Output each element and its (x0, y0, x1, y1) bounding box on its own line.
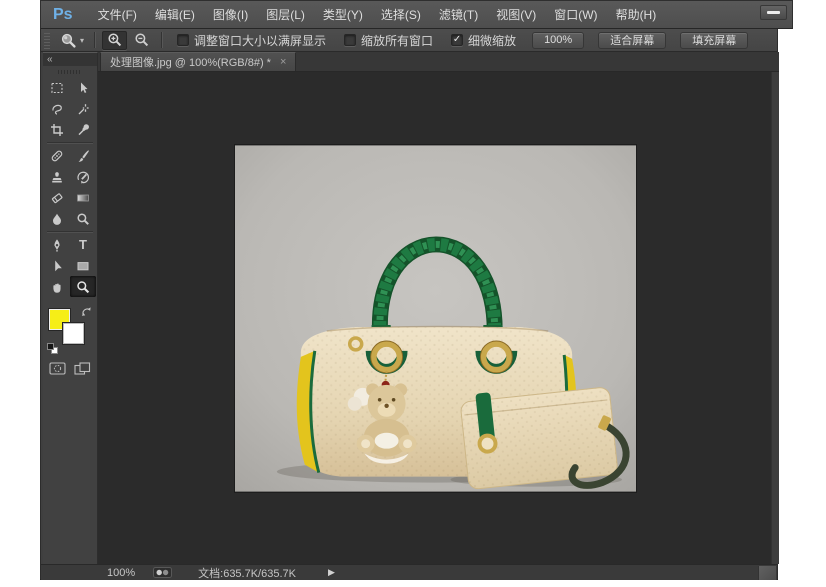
menu-bar: Ps 文件(F) 编辑(E) 图像(I) 图层(L) 类型(Y) 选择(S) 滤… (40, 0, 793, 29)
tool-path-selection[interactable] (44, 255, 70, 276)
tool-blur[interactable] (44, 208, 70, 229)
photoshop-logo: Ps (53, 6, 73, 24)
canvas-image[interactable] (235, 145, 636, 492)
checkbox-label: 调整窗口大小以满屏显示 (194, 32, 326, 49)
menu-filter[interactable]: 滤镜(T) (430, 1, 487, 28)
menu-help[interactable]: 帮助(H) (607, 1, 666, 28)
divider (47, 142, 93, 143)
zoom-out-button[interactable] (129, 31, 154, 50)
divider (161, 32, 162, 48)
zoom-level-field[interactable]: 100% (107, 567, 135, 579)
tool-zoom[interactable] (70, 276, 96, 297)
divider (47, 231, 93, 232)
tool-gradient[interactable] (70, 187, 96, 208)
type-tool-icon: T (79, 238, 87, 251)
resize-grip[interactable] (758, 566, 776, 580)
tools-panel-header[interactable]: « (43, 53, 97, 66)
magnifier-minus-icon (134, 32, 150, 48)
checkbox-label: 缩放所有窗口 (361, 32, 433, 49)
status-bar: 100% 文档:635.7K/635.7K ▶ (41, 564, 777, 580)
zoom-in-button[interactable] (102, 31, 127, 50)
menu-view[interactable]: 视图(V) (487, 1, 545, 28)
swap-colors-icon[interactable] (81, 306, 92, 317)
checkbox-zoom-all-windows[interactable]: 缩放所有窗口 (344, 32, 433, 49)
menu-layer[interactable]: 图层(L) (257, 1, 314, 28)
tool-magic-wand[interactable] (70, 98, 96, 119)
tool-clone-stamp[interactable] (44, 166, 70, 187)
tool-hand[interactable] (44, 276, 70, 297)
actual-pixels-button[interactable]: 100% (532, 32, 584, 49)
quick-mask-button[interactable] (49, 362, 66, 375)
document-tab-bar: 处理图像.jpg @ 100%(RGB/8#) * × (98, 52, 779, 72)
fill-screen-button[interactable]: 填充屏幕 (680, 32, 748, 49)
handbag-photo (235, 145, 636, 492)
background-color-swatch[interactable] (63, 323, 84, 344)
screen-mode-button[interactable] (74, 362, 91, 375)
checkbox-box: ✓ (451, 34, 463, 46)
tool-preset-picker[interactable]: ▾ (56, 32, 88, 49)
collapse-panel-icon: « (47, 54, 53, 65)
default-colors-icon[interactable] (47, 343, 58, 354)
tool-history-brush[interactable] (70, 166, 96, 187)
options-bar: ▾ 调整窗口大小以满屏显示 缩放所有窗口 (41, 29, 777, 52)
fit-screen-button[interactable]: 适合屏幕 (598, 32, 666, 49)
minimize-icon (767, 11, 780, 14)
checkbox-resize-window[interactable]: 调整窗口大小以满屏显示 (177, 32, 326, 49)
status-bar-icon (153, 567, 172, 578)
document-tab-title: 处理图像.jpg @ 100%(RGB/8#) * (110, 54, 271, 70)
canvas-area[interactable] (98, 72, 779, 564)
menu-window[interactable]: 窗口(W) (545, 1, 606, 28)
color-swatches (47, 306, 93, 354)
app-window: ▾ 调整窗口大小以满屏显示 缩放所有窗口 (40, 29, 778, 580)
checkbox-scrubby-zoom[interactable]: ✓ 细微缩放 (451, 32, 516, 49)
tools-panel: « (43, 52, 98, 564)
zoom-tool-icon (60, 32, 77, 49)
minimize-button[interactable] (760, 5, 787, 20)
document-tab[interactable]: 处理图像.jpg @ 100%(RGB/8#) * × (100, 52, 296, 71)
tool-spot-healing-brush[interactable] (44, 145, 70, 166)
tool-crop[interactable] (44, 119, 70, 140)
tool-rectangular-marquee[interactable] (44, 77, 70, 98)
menu-image[interactable]: 图像(I) (204, 1, 257, 28)
tools-panel-grabber[interactable] (43, 66, 97, 77)
close-icon[interactable]: × (280, 56, 286, 68)
tool-lasso[interactable] (44, 98, 70, 119)
menu-type[interactable]: 类型(Y) (314, 1, 372, 28)
chevron-down-icon: ▾ (80, 36, 84, 45)
menu-select[interactable]: 选择(S) (372, 1, 430, 28)
checkbox-label: 细微缩放 (468, 32, 516, 49)
tool-rectangle-shape[interactable] (70, 255, 96, 276)
magnifier-plus-icon (107, 32, 123, 48)
tool-dodge[interactable] (70, 208, 96, 229)
tool-brush[interactable] (70, 145, 96, 166)
status-options-arrow[interactable]: ▶ (328, 567, 335, 578)
menu-file[interactable]: 文件(F) (89, 1, 146, 28)
menu-edit[interactable]: 编辑(E) (146, 1, 204, 28)
tool-eraser[interactable] (44, 187, 70, 208)
options-bar-grip[interactable] (44, 32, 50, 49)
tool-move[interactable] (70, 77, 96, 98)
tool-pen[interactable] (44, 234, 70, 255)
document-size-info: 文档:635.7K/635.7K (198, 565, 296, 581)
checkbox-box (344, 34, 356, 46)
window-edge (771, 72, 779, 564)
tool-eyedropper[interactable] (70, 119, 96, 140)
tool-type[interactable]: T (70, 234, 96, 255)
checkbox-box (177, 34, 189, 46)
divider (94, 32, 95, 48)
